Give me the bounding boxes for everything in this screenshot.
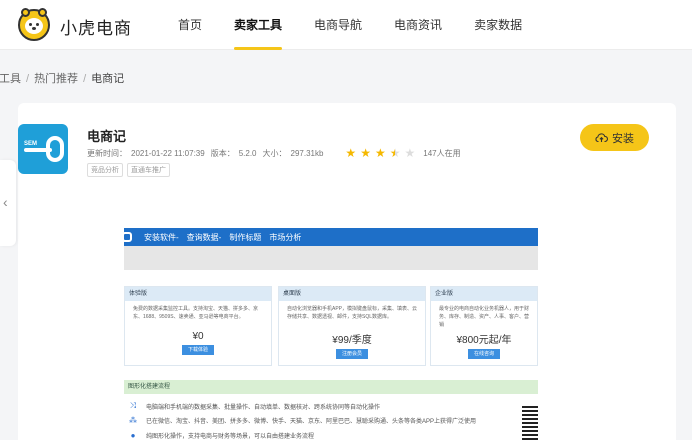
star-icon: ★ bbox=[360, 146, 371, 160]
install-label: 安装 bbox=[612, 132, 634, 145]
preview-plans: 体验版 免费的数据采集监控工具。支持淘宝、天猫、拼多多、京东、1688、9509… bbox=[124, 286, 538, 368]
breadcrumb-current: 电商记 bbox=[91, 73, 125, 85]
app-icon: SEM bbox=[18, 124, 68, 174]
star-icon: ★ bbox=[374, 146, 386, 160]
preview-feature-row: ⤨ 电脑端和手机端的数据采集、批量操作、自动填单、数据核对、跨系统协同等自动化操… bbox=[129, 401, 381, 411]
install-button[interactable]: 安装 bbox=[580, 124, 649, 151]
breadcrumb-separator: / bbox=[83, 73, 87, 85]
nav-ecommerce-navigation[interactable]: 电商导航 bbox=[298, 0, 378, 50]
nav-seller-data[interactable]: 卖家数据 bbox=[458, 0, 538, 50]
rating-stars: ★ ★ ★ ★ ★ bbox=[345, 147, 419, 159]
qr-code-icon bbox=[522, 404, 538, 440]
version-value: 5.2.0 bbox=[238, 148, 257, 158]
preview-feature-row: ● 纯图形化操作，支持电商与财务等场景，可以自由搭建业务流程 bbox=[128, 431, 314, 440]
user-count: 147人在用 bbox=[423, 148, 461, 158]
tiger-logo-icon[interactable] bbox=[18, 8, 50, 41]
preview-logo-icon bbox=[124, 232, 132, 242]
plan-desktop: 桌面版 自动化浏览器和手机APP，模拟键盘鼠标，采集、填表、云存储共享、数据透视… bbox=[278, 286, 426, 366]
chevron-left-icon: ‹ bbox=[3, 194, 8, 210]
grid-icon: ⁂ bbox=[129, 416, 137, 425]
preview-nav-query: 查询数据- bbox=[186, 232, 222, 242]
app-screenshot-preview: 安装软件- 查询数据- 制作标题 市场分析 体验版 免费的数据采集监控工具。支持… bbox=[124, 228, 538, 440]
version-label: 版本： bbox=[210, 148, 235, 158]
main-nav: 首页 卖家工具 电商导航 电商资讯 卖家数据 bbox=[162, 0, 538, 50]
preview-nav-title: 制作标题 bbox=[229, 232, 262, 242]
preview-nav-install: 安装软件- bbox=[144, 232, 179, 242]
star-half-icon: ★ bbox=[389, 146, 401, 160]
cloud-upload-icon bbox=[595, 133, 608, 143]
tag-list: 竞品分析 直通车推广 bbox=[87, 163, 174, 177]
updated-label: 更新时间： bbox=[87, 148, 127, 158]
brand-name[interactable]: 小虎电商 bbox=[60, 14, 132, 39]
tag-competitor-analysis[interactable]: 竞品分析 bbox=[87, 163, 123, 177]
breadcrumb-hot-recommend[interactable]: 热门推荐 bbox=[34, 73, 78, 85]
preview-nav-market: 市场分析 bbox=[269, 232, 302, 242]
preview-navbar: 安装软件- 查询数据- 制作标题 市场分析 bbox=[124, 228, 538, 246]
app-meta: 更新时间： 2021-01-22 11:07:39 版本： 5.2.0 大小： … bbox=[87, 147, 465, 159]
size-label: 大小： bbox=[262, 148, 287, 158]
breadcrumb: 家工具 / 热门推荐 / 电商记 bbox=[0, 70, 124, 86]
top-header: 小虎电商 首页 卖家工具 电商导航 电商资讯 卖家数据 bbox=[0, 0, 692, 50]
size-value: 297.31kb bbox=[290, 148, 324, 158]
prev-screenshot-button[interactable]: ‹ bbox=[0, 160, 16, 246]
breadcrumb-separator: / bbox=[26, 73, 30, 85]
nav-home[interactable]: 首页 bbox=[162, 0, 218, 50]
star-icon: ★ bbox=[345, 146, 357, 160]
updated-value: 2021-01-22 11:07:39 bbox=[131, 148, 205, 158]
shuffle-icon: ⤨ bbox=[129, 401, 137, 410]
check-icon: ● bbox=[130, 431, 136, 440]
plan-trial: 体验版 免费的数据采集监控工具。支持淘宝、天猫、拼多多、京东、1688、9509… bbox=[124, 286, 272, 366]
nav-ecommerce-news[interactable]: 电商资讯 bbox=[378, 0, 458, 50]
tag-direct-train[interactable]: 直通车推广 bbox=[127, 163, 170, 177]
preview-feature-row: ⁂ 已在微信、淘宝、抖音、美团、拼多多、微博、快手、天猫、京东、阿里巴巴、慧聪采… bbox=[129, 416, 477, 425]
star-empty-icon: ★ bbox=[404, 146, 416, 160]
nav-seller-tools[interactable]: 卖家工具 bbox=[218, 0, 298, 50]
app-title: 电商记 bbox=[87, 129, 127, 144]
preview-banner bbox=[124, 246, 538, 270]
preview-flow-title: 图形化搭建流程 bbox=[124, 380, 538, 394]
breadcrumb-seller-tools[interactable]: 家工具 bbox=[0, 73, 21, 85]
plan-enterprise: 企业版 最专业的电商自动化业务机器人，用于财务、库存、制造、资产、人事、客户、营… bbox=[430, 286, 538, 366]
